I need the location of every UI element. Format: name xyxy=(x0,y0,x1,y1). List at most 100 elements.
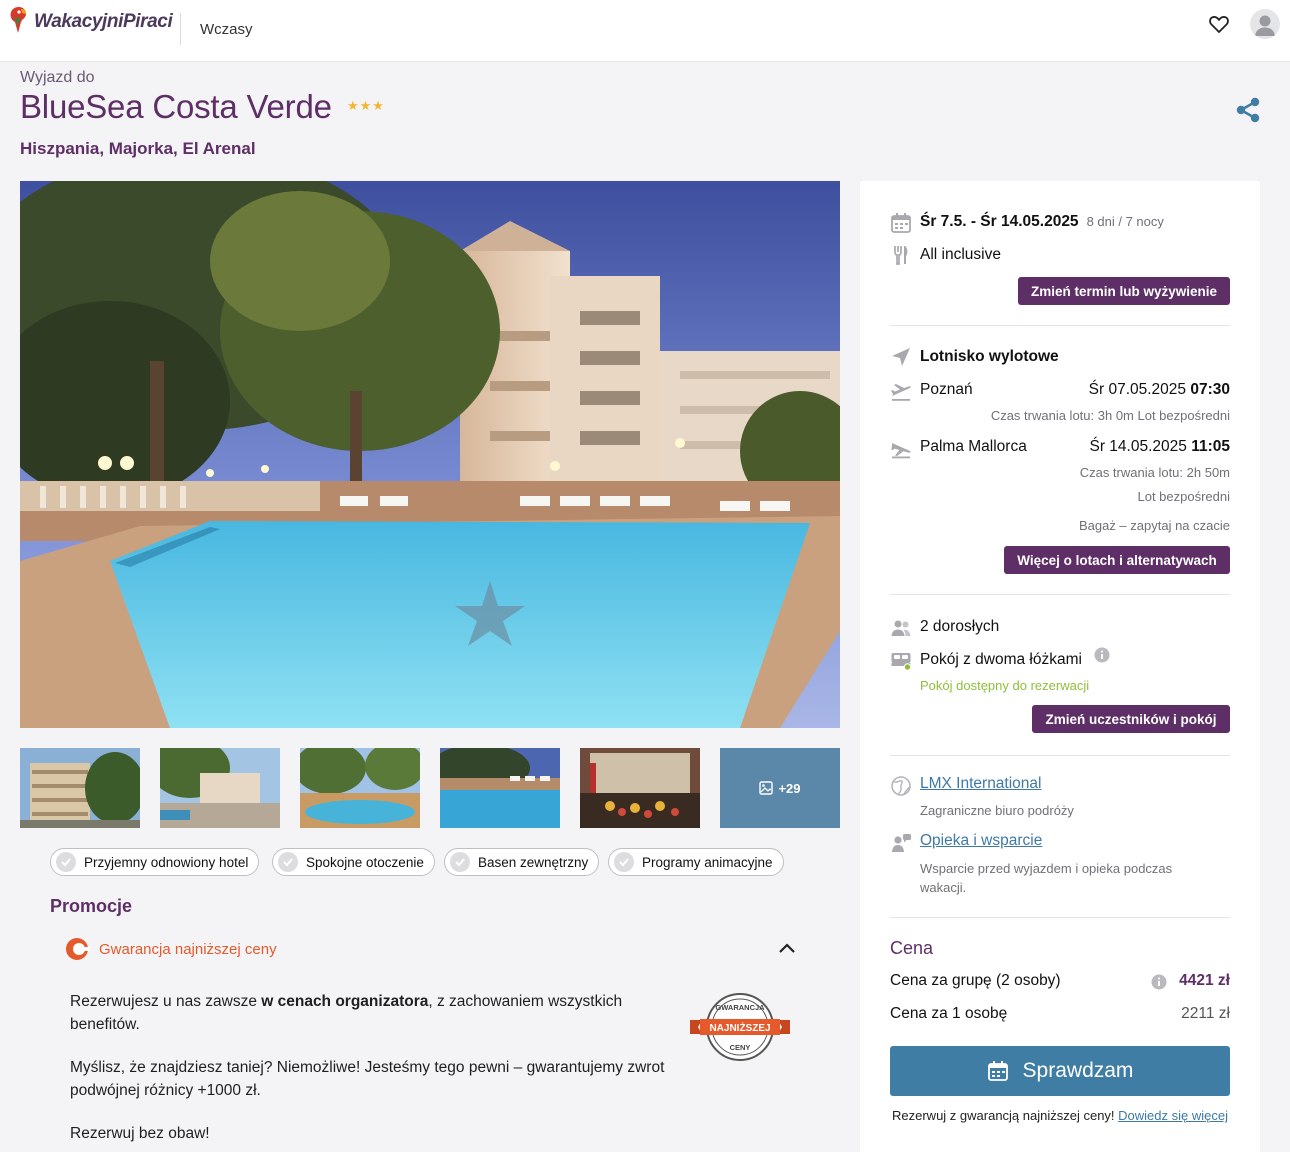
gallery-thumbnail[interactable] xyxy=(20,748,140,828)
price-heading: Cena xyxy=(890,938,934,958)
navigation-arrow-icon xyxy=(892,348,910,366)
outbound-city: Poznań xyxy=(920,381,973,398)
thumbnail-image xyxy=(300,748,420,828)
brand-logo[interactable]: WakacyjniPiraci xyxy=(8,6,173,34)
guarantee-paragraph-3: Rezerwuj bez obaw! xyxy=(70,1125,210,1142)
check-icon xyxy=(278,852,298,872)
outbound-datetime: Śr 07.05.2025 07:30 xyxy=(1089,381,1230,399)
user-avatar[interactable] xyxy=(1250,9,1280,39)
share-icon[interactable] xyxy=(1234,96,1262,124)
return-flight-duration: Czas trwania lotu: 2h 50m xyxy=(1079,465,1230,480)
calendar-icon xyxy=(891,213,911,233)
guarantee-note-text: Rezerwuj z gwarancją najniższej ceny! xyxy=(892,1108,1119,1123)
cutlery-icon xyxy=(894,246,908,265)
feature-chip: Przyjemny odnowiony hotel xyxy=(50,848,260,876)
feature-chip: Spokojne otoczenie xyxy=(272,848,435,876)
thumbnail-image xyxy=(580,748,700,828)
main-hotel-photo[interactable] xyxy=(20,181,840,728)
guarantee-text: Rezerwujesz u nas zawsze xyxy=(70,993,262,1010)
guarantee-text-bold: w cenach organizatora xyxy=(261,993,429,1010)
gallery-thumbnail[interactable] xyxy=(580,748,700,828)
return-flight-type: Lot bezpośredni xyxy=(1137,489,1230,504)
room-type: Pokój z dwoma łóżkami xyxy=(920,651,1082,668)
plane-arrival-icon xyxy=(891,443,911,459)
trip-dates-row: Śr 7.5. - Śr 14.05.2025 8 dni / 7 nocy xyxy=(920,213,1164,231)
check-icon xyxy=(56,852,76,872)
feature-label: Programy animacyjne xyxy=(642,854,773,870)
guarantee-note: Rezerwuj z gwarancją najniższej ceny! Do… xyxy=(890,1106,1230,1125)
support-description: Wsparcie przed wyjazdem i opieka podczas… xyxy=(920,861,1173,895)
outbound-time: 07:30 xyxy=(1190,381,1230,398)
change-participants-button[interactable]: Zmień uczestników i pokój xyxy=(1032,705,1230,733)
hotel-pool-photo xyxy=(20,181,840,728)
return-date: Śr 14.05.2025 xyxy=(1089,438,1187,455)
return-city: Palma Mallorca xyxy=(920,438,1027,455)
check-availability-button[interactable]: Sprawdzam xyxy=(890,1046,1230,1096)
thumbnail-image xyxy=(160,748,280,828)
cta-label: Sprawdzam xyxy=(1022,1059,1134,1082)
flights-more-button[interactable]: Więcej o lotach i alternatywach xyxy=(1004,546,1230,574)
support-agent-icon xyxy=(892,834,911,852)
nav-item-wczasy[interactable]: Wczasy xyxy=(200,21,253,38)
group-price-label: Cena za grupę (2 osoby) xyxy=(890,972,1061,989)
badge-text-bottom: CENY xyxy=(730,1043,751,1052)
header-divider xyxy=(180,13,181,45)
people-icon xyxy=(891,620,911,636)
divider xyxy=(890,594,1230,595)
feature-chip: Programy animacyjne xyxy=(608,848,784,876)
globe-icon xyxy=(891,776,911,796)
trip-dates: Śr 7.5. - Śr 14.05.2025 xyxy=(920,213,1079,230)
guarantee-logo-icon xyxy=(66,938,90,960)
baggage-info: Bagaż – zapytaj na czacie xyxy=(1078,518,1230,533)
trip-subtitle: Wyjazd do xyxy=(20,69,95,86)
support-link[interactable]: Opieka i wsparcie xyxy=(920,832,1042,850)
room-availability-status: Pokój dostępny do rezerwacji xyxy=(920,678,1090,693)
gallery-thumbnail[interactable] xyxy=(160,748,280,828)
feature-label: Przyjemny odnowiony hotel xyxy=(84,854,249,870)
badge-text-middle: NAJNIŻSZEJ xyxy=(709,1021,770,1034)
group-price-value: 4421 zł xyxy=(1179,972,1230,989)
more-photos-count: +29 xyxy=(778,780,801,796)
divider xyxy=(890,325,1230,326)
gallery-thumbnail[interactable] xyxy=(440,748,560,828)
departure-airport-heading: Lotnisko wylotowe xyxy=(920,348,1059,365)
per-person-price-label: Cena za 1 osobę xyxy=(890,1005,1008,1022)
organizer-link[interactable]: LMX International xyxy=(920,775,1042,793)
hotel-location: Hiszpania, Majorka, El Arenal xyxy=(20,139,256,158)
divider xyxy=(890,917,1230,918)
gallery-more-photos-button[interactable]: +29 xyxy=(720,748,840,828)
bed-icon xyxy=(891,653,912,671)
learn-more-link[interactable]: Dowiedz się więcej xyxy=(1118,1108,1228,1123)
booking-summary-panel: Śr 7.5. - Śr 14.05.2025 8 dni / 7 nocy A… xyxy=(860,181,1260,1152)
participants-count: 2 dorosłych xyxy=(920,618,1000,635)
change-term-button[interactable]: Zmień termin lub wyżywienie xyxy=(1018,277,1230,305)
board-type: All inclusive xyxy=(920,246,1001,263)
check-icon xyxy=(614,852,634,872)
plane-departure-icon xyxy=(891,384,911,401)
feature-label: Spokojne otoczenie xyxy=(306,854,424,870)
guarantee-paragraph-2: Myślisz, że znajdziesz taniej? Niemożliw… xyxy=(70,1059,665,1099)
support-title[interactable]: Opieka i wsparcie xyxy=(920,832,1042,849)
return-datetime: Śr 14.05.2025 11:05 xyxy=(1090,438,1231,456)
per-person-price-value: 2211 zł xyxy=(1181,1005,1230,1022)
user-icon xyxy=(1255,15,1275,36)
promotions-heading: Promocje xyxy=(50,896,133,916)
hotel-name: BlueSea Costa Verde xyxy=(20,88,332,125)
gallery-thumbnail[interactable] xyxy=(300,748,420,828)
return-time: 11:05 xyxy=(1191,438,1230,455)
divider xyxy=(890,755,1230,756)
chevron-up-icon[interactable] xyxy=(777,940,797,956)
organizer-description: Zagraniczne biuro podróży xyxy=(920,803,1074,818)
outbound-date: Śr 07.05.2025 xyxy=(1088,381,1187,398)
outbound-flight-info: Czas trwania lotu: 3h 0m Lot bezpośredni xyxy=(990,408,1230,423)
price-info-icon[interactable] xyxy=(1151,974,1167,990)
thumbnail-image xyxy=(440,748,560,828)
badge-text-top: GWARANCJA xyxy=(715,1003,765,1012)
parrot-logo-icon xyxy=(10,6,27,33)
organizer-name[interactable]: LMX International xyxy=(920,775,1042,792)
heart-icon[interactable] xyxy=(1207,12,1231,36)
feature-chip: Basen zewnętrzny xyxy=(444,848,600,876)
top-navigation-bar: WakacyjniPiraci Wczasy xyxy=(0,0,1290,62)
info-icon[interactable] xyxy=(1094,647,1110,663)
guarantee-accordion-header[interactable]: Gwarancja najniższej ceny xyxy=(64,936,277,962)
